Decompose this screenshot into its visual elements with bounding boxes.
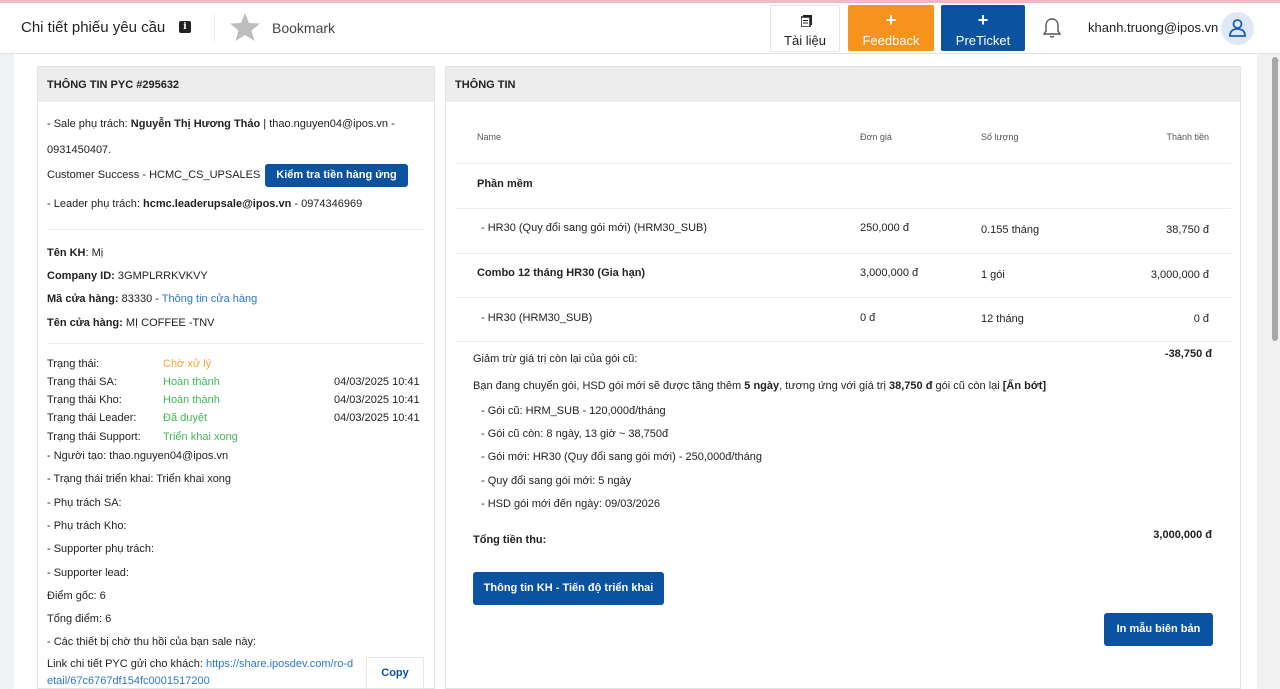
- print-template-button[interactable]: In mẫu biên bản: [1104, 613, 1213, 646]
- divider: [456, 297, 1231, 298]
- plus-icon: +: [977, 10, 989, 30]
- status-support-label: Trạng thái Support:: [47, 431, 141, 443]
- deploy-status-line: - Trạng thái triển khai: Triển khai xong: [47, 473, 232, 485]
- divider: [47, 229, 425, 230]
- creator-line: - Người tạo: thao.nguyen04@ipos.vn: [47, 450, 229, 462]
- col-name: Name: [477, 132, 502, 142]
- row-name: - HR30 (Quy đổi sang gói mới) (HRM30_SUB…: [481, 222, 708, 234]
- divider: [456, 253, 1231, 254]
- status-sa-value: Hoàn thành: [163, 376, 220, 388]
- user-email[interactable]: khanh.truong@ipos.vn: [1088, 20, 1218, 35]
- info-icon[interactable]: i: [179, 21, 191, 33]
- star-icon[interactable]: [229, 11, 261, 43]
- bookmark-label[interactable]: Bookmark: [272, 20, 335, 36]
- bell-icon[interactable]: [1042, 17, 1062, 39]
- user-icon: [1229, 19, 1246, 37]
- company-id: Company ID: 3GMPLRRKVKVY: [47, 270, 208, 282]
- sale-phone: 0931450407.: [47, 144, 112, 156]
- feedback-label: Feedback: [862, 33, 920, 48]
- preticket-label: PreTicket: [955, 33, 1011, 48]
- section-software: Phần mềm: [477, 178, 533, 190]
- status-sa-time: 04/03/2025 10:41: [334, 376, 420, 388]
- supporter-lead-line: - Supporter lead:: [47, 567, 129, 579]
- col-total: Thành tiền: [1166, 132, 1209, 142]
- status-kho-value: Hoàn thành: [163, 394, 220, 406]
- leader-email: hcmc.leaderupsale@ipos.vn: [143, 198, 292, 210]
- col-price: Đơn giá: [860, 132, 892, 142]
- page-title: Chi tiết phiếu yêu cầu: [21, 19, 166, 36]
- warehouse-owner-line: - Phụ trách Kho:: [47, 520, 127, 532]
- row-total: 0 đ: [1193, 313, 1209, 325]
- deduct-label: Giảm trừ giá trị còn lại của gói cũ:: [473, 353, 638, 365]
- status-support-value: Triển khai xong: [163, 431, 238, 443]
- document-icon: [801, 15, 812, 27]
- copy-button[interactable]: Copy: [366, 657, 424, 689]
- detail-line: - Quy đổi sang gói mới: 5 ngày: [481, 475, 632, 487]
- row-price: 0 đ: [860, 312, 876, 324]
- divider: [47, 343, 425, 344]
- docs-button[interactable]: Tài liệu: [770, 5, 840, 52]
- row-price: 3,000,000 đ: [860, 267, 919, 279]
- row-qty: 12 tháng: [981, 313, 1024, 325]
- switch-note: Bạn đang chuyển gói, HSD gói mới sẽ được…: [473, 380, 1047, 392]
- leader-line: - Leader phụ trách: hcmc.leaderupsale@ip…: [47, 198, 363, 210]
- detail-line: - Gói mới: HR30 (Quy đổi sang gói mới) -…: [481, 451, 762, 463]
- status-leader-time: 04/03/2025 10:41: [334, 412, 420, 424]
- share-link-line: Link chi tiết PYC gửi cho khách: https:/…: [47, 658, 354, 670]
- store-info-link[interactable]: Thông tin cửa hàng: [162, 293, 257, 305]
- feedback-button[interactable]: + Feedback: [848, 5, 934, 51]
- info-title: THÔNG TIN: [446, 67, 1240, 102]
- divider: [456, 208, 1231, 209]
- base-points-line: Điểm gốc: 6: [47, 590, 106, 602]
- status-value: Chờ xử lý: [163, 358, 212, 370]
- detail-line: - Gói cũ còn: 8 ngày, 13 giờ ~ 38,750đ: [481, 428, 669, 440]
- row-price: 250,000 đ: [860, 222, 909, 234]
- header-divider: [214, 13, 215, 43]
- sa-owner-line: - Phụ trách SA:: [47, 497, 122, 509]
- status-sa-label: Trạng thái SA:: [47, 376, 117, 388]
- status-kho-time: 04/03/2025 10:41: [334, 394, 420, 406]
- customer-name: Tên KH: Mị: [47, 247, 104, 259]
- divider: [456, 341, 1231, 342]
- col-qty: Số lượng: [981, 132, 1019, 142]
- avatar[interactable]: [1221, 12, 1254, 45]
- row-name: Combo 12 tháng HR30 (Gia hạn): [477, 267, 646, 279]
- hide-toggle-link[interactable]: [Ẩn bớt]: [1003, 380, 1046, 392]
- docs-label: Tài liệu: [784, 33, 826, 48]
- scrollbar-thumb[interactable]: [1272, 57, 1278, 341]
- total-value: 3,000,000 đ: [1153, 529, 1212, 541]
- status-leader-label: Trạng thái Leader:: [47, 412, 137, 424]
- row-qty: 0.155 tháng: [981, 224, 1040, 236]
- row-name: - HR30 (HRM30_SUB): [481, 312, 593, 324]
- status-kho-label: Trạng thái Kho:: [47, 394, 122, 406]
- request-info-title: THÔNG TIN PYC #295632: [38, 67, 434, 102]
- share-link[interactable]: https://share.iposdev.com/ro-d: [206, 658, 353, 670]
- status-leader-value: Đã duyệt: [163, 412, 208, 424]
- detail-line: - HSD gói mới đến ngày: 09/03/2026: [481, 498, 661, 510]
- divider: [456, 163, 1231, 164]
- total-label: Tổng tiền thu:: [473, 534, 547, 546]
- sale-line: - Sale phụ trách: Nguyễn Thị Hương Thảo …: [47, 118, 395, 130]
- row-total: 38,750 đ: [1166, 224, 1209, 236]
- detail-line: - Gói cũ: HRM_SUB - 120,000đ/tháng: [481, 405, 666, 417]
- share-link-cont[interactable]: etail/67c6767df154fc0001517200: [47, 675, 210, 687]
- devices-line: - Các thiết bị chờ thu hồi của bạn sale …: [47, 636, 256, 648]
- customer-progress-button[interactable]: Thông tin KH - Tiến độ triển khai: [473, 572, 664, 605]
- preticket-button[interactable]: + PreTicket: [941, 5, 1025, 51]
- store-name: Tên cửa hàng: MỊ COFFEE -TNV: [47, 317, 215, 329]
- row-qty: 1 gói: [981, 269, 1005, 281]
- row-total: 3,000,000 đ: [1150, 269, 1209, 281]
- cs-text: Customer Success - HCMC_CS_UPSALES: [47, 169, 261, 181]
- store-code: Mã cửa hàng: 83330 - Thông tin cửa hàng: [47, 293, 258, 305]
- supporter-line: - Supporter phụ trách:: [47, 543, 155, 555]
- plus-icon: +: [885, 10, 897, 30]
- app-header: Chi tiết phiếu yêu cầu i Bookmark Tài li…: [0, 3, 1280, 54]
- sale-name: Nguyễn Thị Hương Thảo: [130, 118, 261, 130]
- status-label: Trạng thái:: [47, 358, 100, 370]
- deduct-value: -38,750 đ: [1164, 348, 1212, 360]
- total-points-line: Tổng điểm: 6: [47, 613, 112, 625]
- check-advance-button[interactable]: Kiểm tra tiền hàng ứng: [265, 164, 408, 187]
